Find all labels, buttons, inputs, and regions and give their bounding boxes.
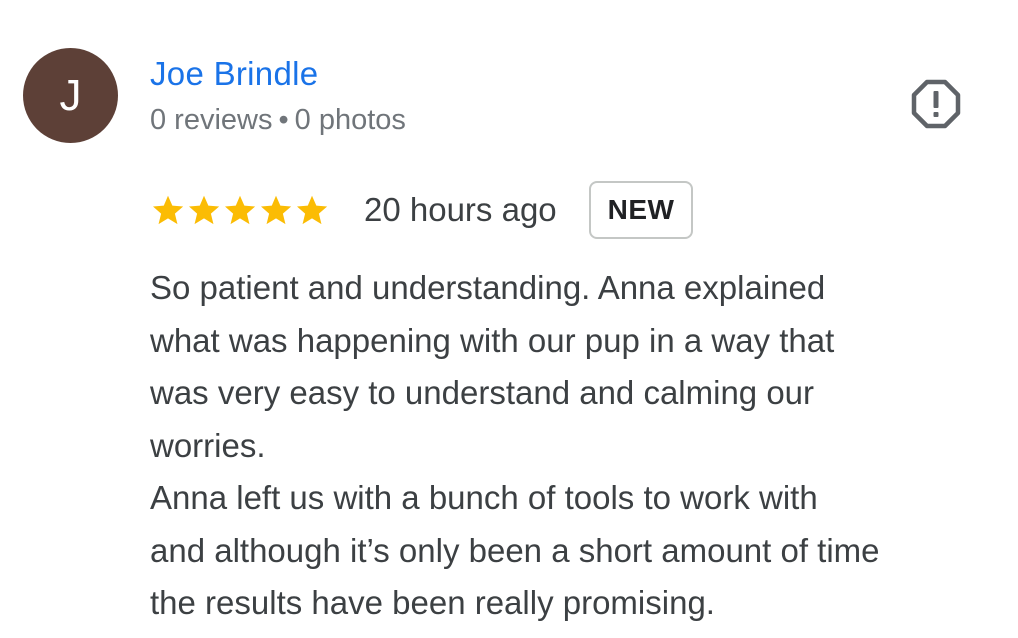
avatar-initial: J xyxy=(59,70,82,120)
author-name[interactable]: Joe Brindle xyxy=(150,55,318,93)
avatar[interactable]: J xyxy=(23,48,118,143)
review-text-line: So patient and understanding. Anna expla… xyxy=(150,269,826,306)
review-text-line: the results have been really promising. xyxy=(150,584,715,621)
review-date: 20 hours ago xyxy=(364,191,557,228)
author-meta: 0 reviews • 0 photos xyxy=(150,102,406,138)
review-text-line: was very easy to understand and calming … xyxy=(150,374,815,411)
review-text-line: what was happening with our pup in a way… xyxy=(150,321,835,359)
star-icon xyxy=(153,195,184,225)
review-text-line: worries. xyxy=(150,426,266,464)
report-button[interactable] xyxy=(910,78,962,130)
photos-count: 0 photos xyxy=(294,104,406,136)
review-text-line: and although it’s only been a short amou… xyxy=(150,531,880,569)
meta-separator: • xyxy=(278,104,289,136)
report-flag-icon xyxy=(911,79,961,129)
review-card: J Joe Brindle 0 reviews • 0 photos 20 hour… xyxy=(0,0,1018,638)
reviews-count: 0 reviews xyxy=(150,104,273,136)
review-text: So patient and understanding. Anna expla… xyxy=(150,262,1010,630)
rating-row: 20 hours ago NEW xyxy=(150,178,694,242)
star-icon xyxy=(189,195,220,225)
new-badge: NEW xyxy=(588,181,694,239)
review-text-line: Anna left us with a bunch of tools to wo… xyxy=(150,479,818,516)
star-icon xyxy=(297,195,328,225)
star-rating xyxy=(150,190,330,230)
star-icon xyxy=(225,195,256,225)
star-icon xyxy=(261,195,292,225)
